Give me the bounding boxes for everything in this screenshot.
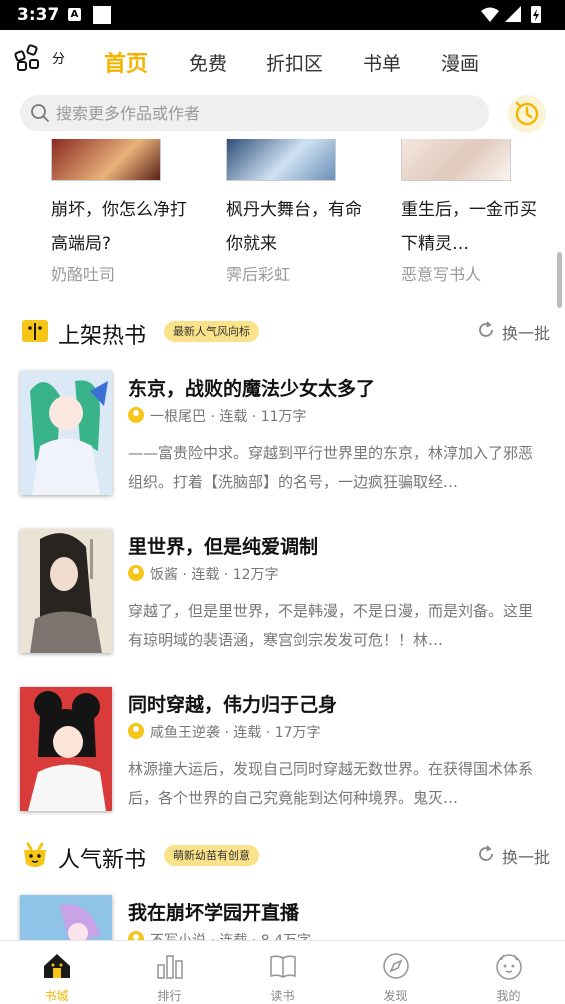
book-cover-image [226,139,336,181]
signal-icon [505,6,521,22]
book-author: 饭酱 [150,567,178,583]
book-author: 咸鱼王逆袭 [150,725,220,741]
refresh-icon [479,321,493,337]
book-cover-image [51,139,161,181]
tab-booklist[interactable]: 书单 [363,49,401,76]
category-grid-icon [14,44,39,71]
author-icon [128,407,144,423]
top-nav: 分 首页 免费 折扣区 书单 漫画 [0,30,565,92]
tab-home[interactable]: 首页 [104,46,148,78]
book-title: 我在崩坏学园开直播 [128,902,300,924]
refresh-button[interactable]: 换一批 [479,844,550,868]
book-row[interactable]: 东京，战败的魔法少女太多了 一根尾巴 · 连载 · 11万字 ——富贵险中求。穿… [20,371,550,496]
book-status: 连载 [219,409,248,425]
refresh-label: 换一批 [501,848,550,867]
nav-label: 发现 [383,989,408,1003]
category-label: 分 [52,52,66,67]
search-input[interactable] [54,95,474,131]
carousel-card-title: 重生后，一金币买下精灵… [401,200,537,254]
compass-icon [383,953,409,979]
home-icon [44,954,70,978]
carousel-card[interactable]: 崩坏，你怎么净打高端局? 奶酪吐司 [51,139,201,285]
status-bar: 3:37 A [0,0,565,30]
tab-discount[interactable]: 折扣区 [266,49,323,76]
carousel-card-title: 枫丹大舞台，有命你就来 [226,200,362,254]
notification-a-icon: A [68,8,81,21]
carousel-card-author: 奶酪吐司 [51,265,116,284]
open-book-icon [22,320,48,342]
carousel-card[interactable]: 枫丹大舞台，有命你就来 霁后彩虹 [226,139,376,285]
nav-label: 书城 [44,989,69,1003]
book-cover-image [20,687,112,811]
section-title: 上架热书 [58,324,147,349]
nav-label: 排行 [157,989,182,1003]
wifi-icon [481,7,499,22]
nav-label: 读书 [270,989,295,1003]
book-author: 一根尾巴 [150,409,206,425]
status-icons [481,6,541,23]
book-icon [270,955,296,978]
refresh-label: 换一批 [501,324,550,343]
tab-comics[interactable]: 漫画 [441,49,479,76]
nav-discover[interactable]: 发现 [339,941,452,1004]
nav-profile[interactable]: 我的 [452,941,565,1004]
book-row[interactable]: 同时穿越，伟力归于己身 咸鱼王逆袭 · 连载 · 17万字 林源撞大运后，发现自… [20,687,550,812]
section-header-new: 人气新书 萌新幼苗有创意 换一批 [20,836,550,876]
history-button[interactable] [508,95,546,133]
book-meta: 饭酱 · 连载 · 12万字 [128,564,279,584]
carousel-card[interactable]: 重生后，一金币买下精灵… 恶意写书人 [401,139,551,285]
book-cover-image [20,529,112,653]
clock-icon [515,101,539,126]
sprout-face-icon [24,842,46,867]
book-cover-image [20,371,112,495]
book-status: 连载 [191,567,220,583]
bottom-nav: 书城 排行 读书 发现 我的 [0,940,565,1004]
section-header-hot: 上架热书 最新人气风向标 换一批 [20,312,550,352]
refresh-icon [479,845,493,861]
carousel-card-title: 崩坏，你怎么净打高端局? [51,200,187,254]
book-row[interactable]: 里世界，但是纯爱调制 饭酱 · 连载 · 12万字 穿越了，但是里世界，不是韩漫… [20,529,550,654]
section-title: 人气新书 [58,848,147,873]
book-meta: 咸鱼王逆袭 · 连载 · 17万字 [128,722,321,742]
book-cover-image [401,139,511,181]
book-words: 11万字 [260,409,307,425]
book-meta: 一根尾巴 · 连载 · 11万字 [128,406,307,426]
search-icon [31,104,49,122]
book-title: 同时穿越，伟力归于己身 [128,694,338,716]
rank-icon [157,955,183,979]
category-menu-button[interactable]: 分 [14,44,74,74]
tab-free[interactable]: 免费 [189,49,227,76]
book-description: ——富贵险中求。穿越到平行世界里的东京，林淳加入了邪恶组织。打着【洗脑部】的名号… [128,444,534,491]
book-title: 里世界，但是纯爱调制 [128,536,319,558]
book-status: 连载 [233,725,262,741]
nav-label: 我的 [496,989,521,1003]
nav-ranking[interactable]: 排行 [113,941,226,1004]
refresh-button[interactable]: 换一批 [479,320,550,344]
scrollbar[interactable] [557,252,562,308]
notification-square-icon [93,6,111,24]
search-bar[interactable] [20,95,489,131]
book-title: 东京，战败的魔法少女太多了 [128,378,376,400]
section-tag: 萌新幼苗有创意 [164,845,259,866]
carousel-card-author: 恶意写书人 [401,265,482,284]
nav-reading[interactable]: 读书 [226,941,339,1004]
book-description: 林源撞大运后，发现自己同时穿越无数世界。在获得国术体系后，各个世界的自己究竟能到… [128,760,534,807]
book-words: 12万字 [232,567,279,583]
book-description: 穿越了，但是里世界，不是韩漫，不是日漫，而是刘备。这里有琼明域的裴语涵，寒宫剑宗… [128,602,534,649]
book-words: 17万字 [274,725,321,741]
nav-bookstore[interactable]: 书城 [0,941,113,1004]
author-icon [128,565,144,581]
author-icon [128,723,144,739]
status-time: 3:37 [17,5,60,25]
section-tag: 最新人气风向标 [164,321,259,342]
carousel-card-author: 霁后彩虹 [226,265,291,284]
profile-icon [496,954,522,980]
